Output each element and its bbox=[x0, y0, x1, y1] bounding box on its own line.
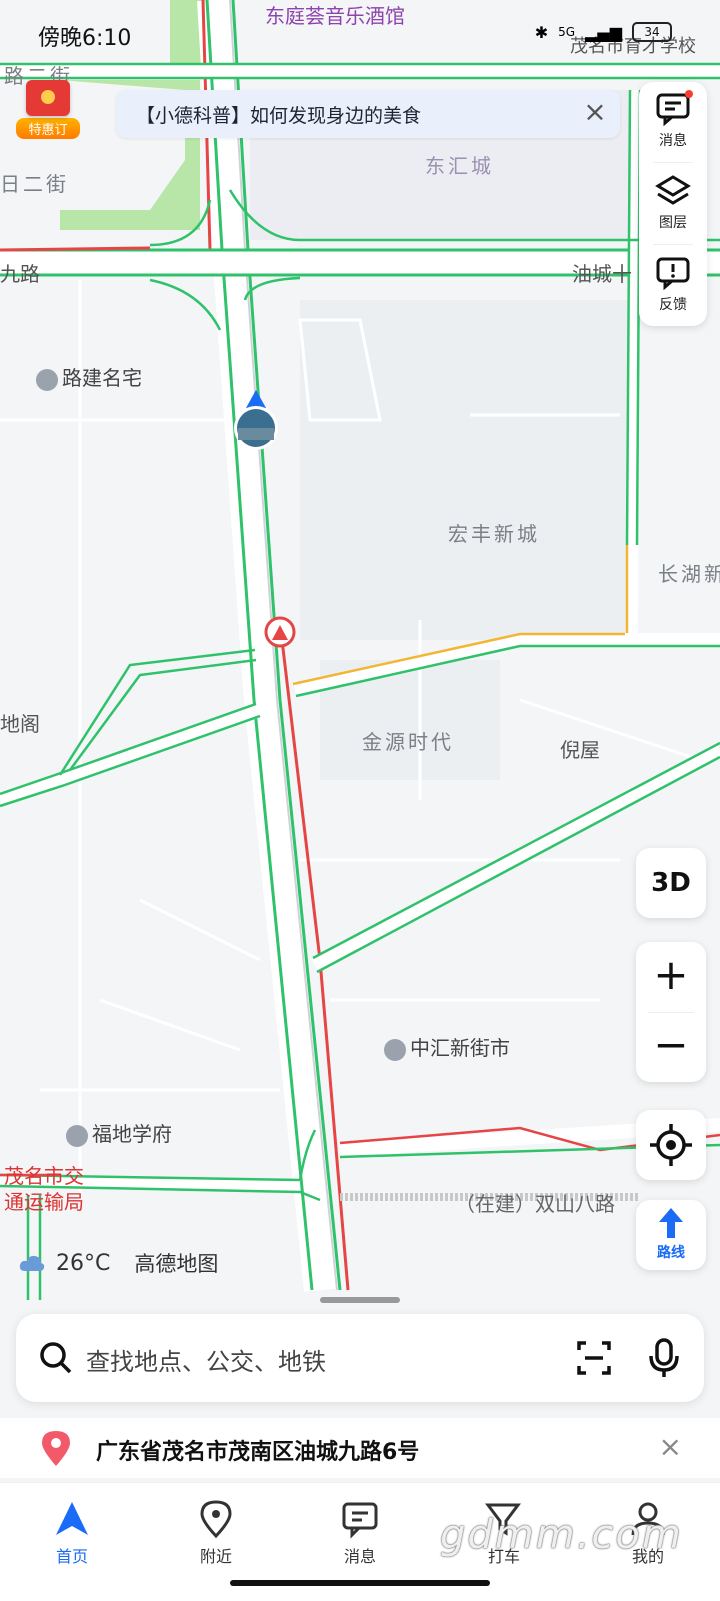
map-label-lujian[interactable]: 路建名宅 bbox=[36, 362, 142, 391]
promo-label: 特惠订 bbox=[16, 118, 80, 139]
tab-messages[interactable]: 消息 bbox=[288, 1483, 432, 1583]
map-label-jiulu: 九路 bbox=[0, 262, 40, 286]
current-address-text: 广东省茂名市茂南区油城九路6号 bbox=[96, 1440, 420, 1465]
side-item-messages[interactable]: 消息 bbox=[639, 82, 707, 156]
map-label-donghui[interactable]: 东汇城 bbox=[425, 150, 494, 179]
signal-icon: ▂▄▆ bbox=[585, 22, 622, 42]
message-icon bbox=[342, 1502, 378, 1539]
locate-button[interactable] bbox=[636, 1110, 706, 1180]
route-label: 路线 bbox=[657, 1245, 685, 1261]
home-indicator[interactable] bbox=[230, 1580, 490, 1586]
cloud-icon bbox=[19, 1255, 45, 1271]
search-input[interactable]: 查找地点、公交、地铁 bbox=[86, 1342, 326, 1377]
tab-label: 附近 bbox=[199, 1547, 232, 1566]
location-pin-icon bbox=[200, 1500, 232, 1539]
scan-icon[interactable] bbox=[576, 1340, 612, 1376]
current-address-row[interactable]: 广东省茂名市茂南区油城九路6号 × bbox=[0, 1418, 720, 1478]
close-icon[interactable]: × bbox=[580, 98, 610, 128]
status-bar: 傍晚6:10 ✱ 5G ▂▄▆ 34 bbox=[0, 0, 720, 70]
side-item-feedback[interactable]: 反馈 bbox=[639, 246, 707, 320]
tip-banner-text: 【小德科普】如何发现身边的美食 bbox=[136, 105, 422, 127]
network-label: 5G bbox=[558, 25, 576, 39]
locate-icon bbox=[650, 1124, 692, 1166]
building-icon bbox=[66, 1124, 88, 1147]
map-label-shuangshan: （在建）双山八路 bbox=[455, 1192, 615, 1216]
map-label-fudi[interactable]: 福地学府 bbox=[66, 1118, 172, 1147]
microphone-icon[interactable] bbox=[646, 1338, 682, 1378]
zoom-in-button[interactable]: + bbox=[636, 942, 706, 1012]
sheet-drag-handle[interactable] bbox=[320, 1297, 400, 1303]
building-icon bbox=[384, 1038, 406, 1061]
zoom-out-button[interactable]: − bbox=[636, 1012, 706, 1082]
battery-icon: 34 bbox=[632, 22, 672, 42]
construction-marker bbox=[264, 616, 296, 648]
search-icon bbox=[40, 1342, 72, 1374]
map-label-nidu[interactable]: 倪屋 bbox=[560, 734, 600, 763]
bluetooth-icon: ✱ bbox=[534, 22, 549, 42]
map-label-changhu: 长湖新 bbox=[658, 562, 720, 586]
weather-temp: 26°C bbox=[56, 1250, 111, 1276]
tab-label: 消息 bbox=[343, 1547, 376, 1566]
map-label-jinyuan[interactable]: 金源时代 bbox=[362, 726, 454, 755]
close-icon[interactable]: × bbox=[659, 1430, 682, 1463]
3d-button[interactable]: 3D bbox=[636, 848, 706, 918]
brand-logo-text: 高德地图 bbox=[134, 1252, 219, 1276]
map-label-jiaotong-2[interactable]: 通运输局 bbox=[4, 1186, 84, 1215]
layers-icon bbox=[655, 175, 691, 205]
map-label-ri2: 日二街 bbox=[0, 172, 69, 196]
map-label-dige: 地阁 bbox=[0, 712, 40, 736]
search-bar[interactable]: 查找地点、公交、地铁 bbox=[16, 1314, 704, 1402]
tab-home[interactable]: 首页 bbox=[0, 1483, 144, 1583]
status-time: 傍晚6:10 bbox=[38, 26, 132, 51]
feedback-icon bbox=[656, 257, 690, 290]
tab-label: 首页 bbox=[55, 1547, 88, 1566]
side-item-label: 消息 bbox=[659, 133, 687, 149]
side-item-layers[interactable]: 图层 bbox=[639, 164, 707, 238]
map-label-jiaotong-1[interactable]: 茂名市交 bbox=[4, 1160, 84, 1189]
zoom-control: + − bbox=[636, 942, 706, 1082]
map-label-hongfeng[interactable]: 宏丰新城 bbox=[448, 518, 540, 547]
route-arrow-icon bbox=[659, 1208, 683, 1238]
side-panel: 消息 图层 反馈 bbox=[639, 82, 707, 326]
location-pin-icon bbox=[42, 1431, 70, 1466]
status-icons: ✱ 5G ▂▄▆ 34 bbox=[535, 22, 672, 42]
weather-widget[interactable]: 26°C 高德地图 bbox=[18, 1248, 218, 1278]
promo-red-packet[interactable]: 特惠订 bbox=[16, 80, 80, 142]
watermark: gdmm.com bbox=[440, 1512, 683, 1558]
unread-dot bbox=[685, 90, 693, 98]
red-envelope-icon bbox=[26, 80, 70, 116]
map-label-youcheng: 油城十 bbox=[572, 262, 632, 286]
side-item-label: 反馈 bbox=[659, 297, 687, 313]
route-button[interactable]: 路线 bbox=[636, 1200, 706, 1270]
side-item-label: 图层 bbox=[659, 215, 687, 231]
navigation-arrow-icon bbox=[56, 1502, 88, 1535]
tab-nearby[interactable]: 附近 bbox=[144, 1483, 288, 1583]
building-icon bbox=[36, 368, 58, 391]
map-label-zhonghui[interactable]: 中汇新街市 bbox=[384, 1032, 510, 1061]
tip-banner[interactable]: 【小德科普】如何发现身边的美食 × bbox=[116, 90, 620, 138]
